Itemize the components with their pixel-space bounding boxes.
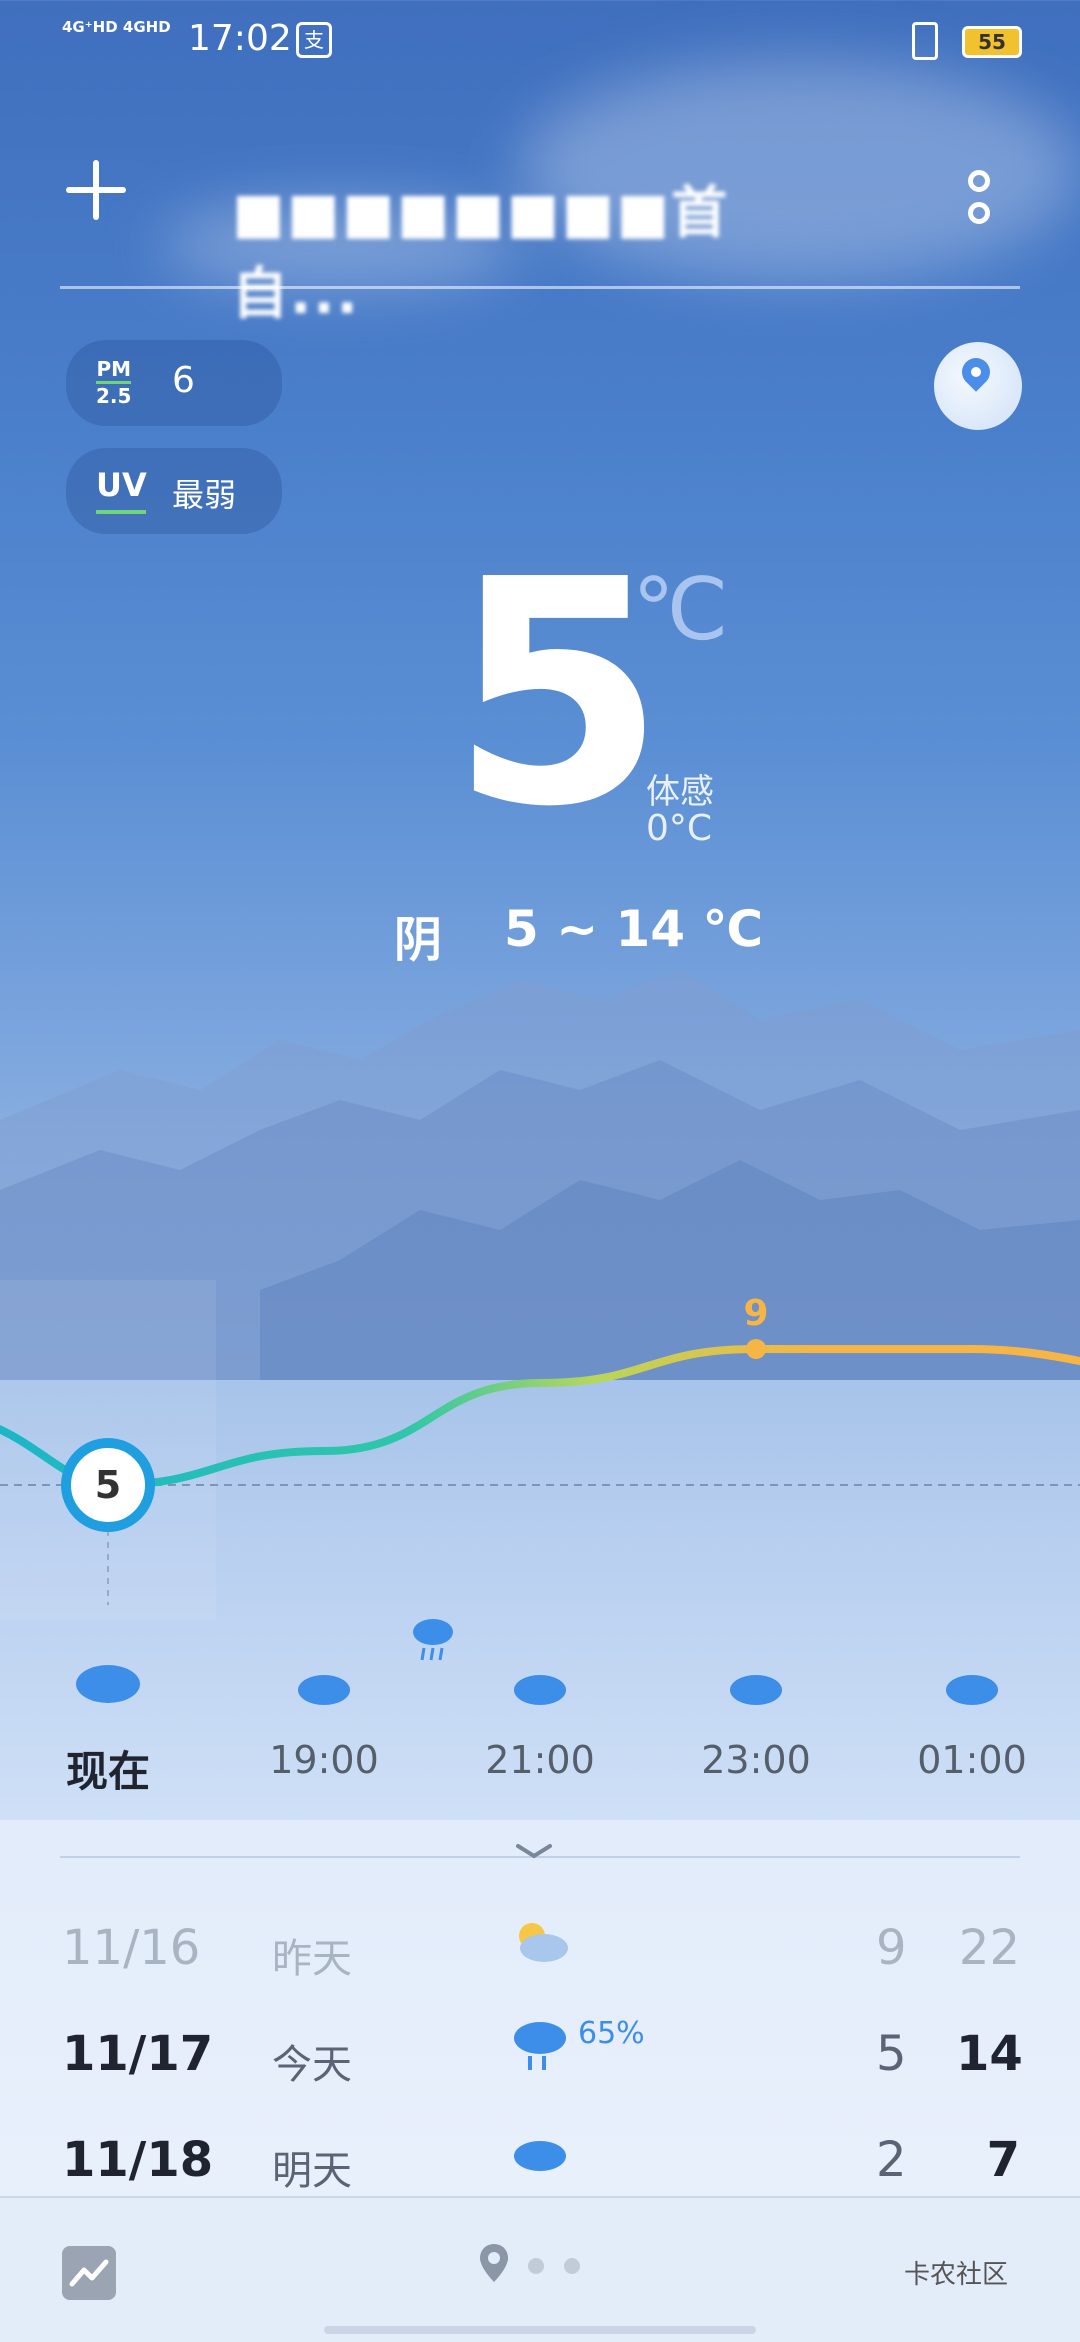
current-point-label: 5 xyxy=(95,1463,121,1507)
daily-row-yesterday[interactable]: 11/16 昨天 9 22 xyxy=(0,1920,1080,2010)
daily-date: 11/17 xyxy=(62,2026,214,2082)
watermark: 卡农社区 xyxy=(904,2260,1009,2290)
partly-cloudy-icon xyxy=(519,1923,568,1962)
cloud-icon xyxy=(514,1675,566,1705)
battery-indicator: 55 xyxy=(962,26,1022,58)
vibrate-icon xyxy=(912,22,938,60)
hourly-time-label[interactable]: 21:00 xyxy=(460,1738,620,1782)
network-indicator: 4G⁺HD 4GHD xyxy=(62,18,171,36)
alipay-icon: 支 xyxy=(296,22,332,58)
cloud-icon xyxy=(730,1675,782,1705)
cloud-icon xyxy=(298,1675,350,1705)
cloud-icon xyxy=(514,2141,566,2171)
page-indicator-dot[interactable] xyxy=(564,2258,580,2274)
current-temperature: 5 xyxy=(450,514,666,875)
city-title[interactable]: ■■■■■■■■首自... xyxy=(232,168,832,327)
daily-high: 22 xyxy=(958,1920,1020,1976)
bottom-bar: 卡农社区 xyxy=(0,2196,1080,2342)
trend-icon[interactable] xyxy=(62,2246,116,2300)
rain-icon xyxy=(413,1619,453,1661)
more-options-button[interactable] xyxy=(964,166,994,236)
location-icon[interactable] xyxy=(478,2242,510,2284)
daily-low: 9 xyxy=(876,1920,907,1976)
daily-day: 昨天 xyxy=(272,1936,352,1982)
daily-date: 11/18 xyxy=(62,2132,214,2188)
chevron-down-icon[interactable] xyxy=(514,1842,554,1862)
status-bar: 4G⁺HD 4GHD 17:02 支 55 xyxy=(0,0,1080,80)
temperature-range: 5 ~ 14 ℃ xyxy=(504,900,764,958)
daily-low: 5 xyxy=(876,2026,907,2082)
hourly-time-label[interactable]: 23:00 xyxy=(676,1738,836,1782)
rain-icon xyxy=(514,2022,566,2070)
cloud-icon xyxy=(946,1675,998,1705)
clock: 17:02 xyxy=(188,18,292,59)
hourly-time-label[interactable]: 01:00 xyxy=(892,1738,1052,1782)
map-pin-icon xyxy=(956,352,996,392)
daily-date: 11/16 xyxy=(62,1920,201,1976)
daily-row-today[interactable]: 11/17 今天 65% 5 14 xyxy=(0,2016,1080,2116)
pm25-value: 6 xyxy=(172,360,195,401)
peak-label: 9 xyxy=(743,1293,768,1334)
map-button[interactable] xyxy=(934,342,1022,430)
uv-label: UV xyxy=(96,466,147,514)
page-indicator-dot[interactable] xyxy=(528,2258,544,2274)
hourly-time-label[interactable]: 19:00 xyxy=(244,1738,404,1782)
hourly-time-label[interactable]: 现在 xyxy=(28,1738,188,1799)
daily-high: 14 xyxy=(956,2026,1023,2082)
home-indicator[interactable] xyxy=(324,2326,756,2334)
precip-probability: 65% xyxy=(578,2016,645,2051)
temperature-unit: ℃ xyxy=(632,560,729,660)
pm25-pill[interactable]: PM 2.5 6 xyxy=(66,340,282,426)
feels-like-label: 体感 xyxy=(646,772,714,812)
uv-value: 最弱 xyxy=(172,476,237,514)
daily-high: 7 xyxy=(986,2132,1020,2188)
pm25-label: PM 2.5 xyxy=(96,357,132,408)
uv-pill[interactable]: UV 最弱 xyxy=(66,448,282,534)
daily-day: 明天 xyxy=(272,2148,352,2194)
peak-point xyxy=(746,1339,766,1359)
daily-low: 2 xyxy=(876,2132,907,2188)
hourly-temperature-chart: 9 5 xyxy=(0,1280,1080,1620)
feels-like-value: 0°C xyxy=(646,808,713,849)
header-divider xyxy=(60,286,1020,289)
city-name: ■■■■■■■■首自... xyxy=(232,181,730,327)
cloud-icon xyxy=(76,1665,140,1703)
add-city-button[interactable] xyxy=(66,160,126,220)
daily-day: 今天 xyxy=(272,2042,352,2088)
